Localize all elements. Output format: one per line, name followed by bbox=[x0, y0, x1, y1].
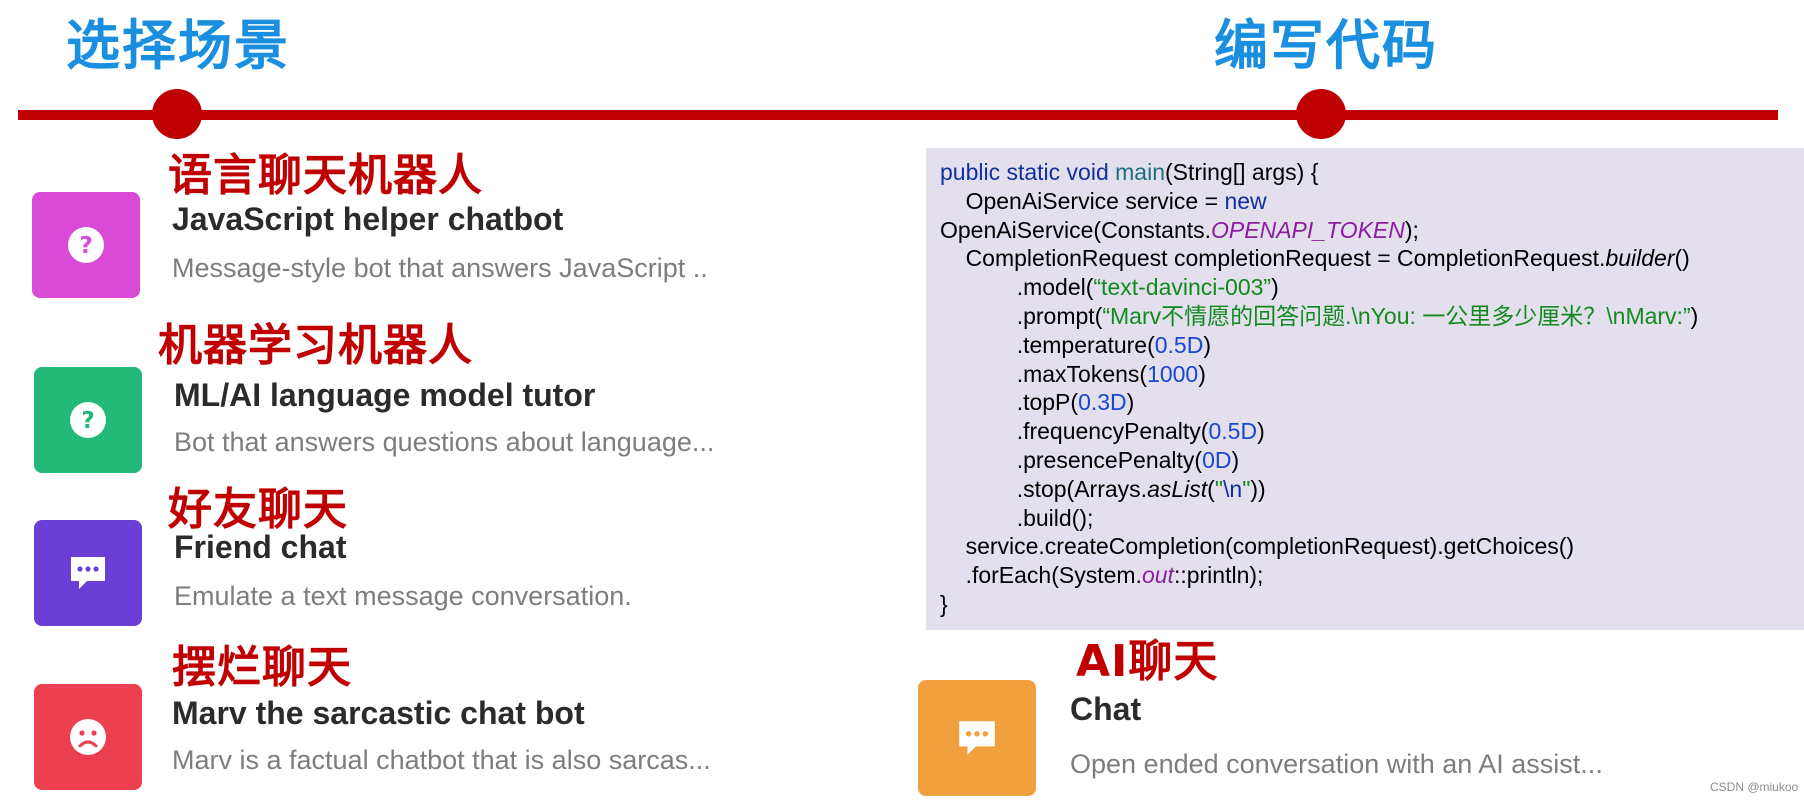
code-text-segment: .topP( bbox=[1016, 389, 1079, 416]
scenario-description: Bot that answers questions about languag… bbox=[174, 427, 715, 457]
question-circle-icon: ? bbox=[32, 192, 140, 298]
code-text-segment: CompletionRequest completionRequest = Co… bbox=[965, 245, 1606, 272]
code-text-segment: OpenAiService(Constants. bbox=[940, 216, 1212, 243]
code-constant: out bbox=[1141, 562, 1174, 589]
watermark: CSDN @miukoo bbox=[1710, 780, 1799, 794]
code-italic: asList bbox=[1147, 475, 1208, 502]
code-number: 0.3D bbox=[1078, 389, 1127, 416]
code-text-segment: .frequencyPenalty( bbox=[1016, 418, 1209, 445]
scenario-title: Friend chat bbox=[174, 529, 347, 565]
code-text-segment: .forEach(System. bbox=[965, 562, 1142, 589]
code-keyword: public static void bbox=[940, 159, 1109, 185]
code-number: 0.5D bbox=[1154, 331, 1204, 358]
code-text-segment: () bbox=[1674, 245, 1690, 272]
scenario-title: JavaScript helper chatbot bbox=[172, 201, 564, 237]
code-text-segment: .prompt( bbox=[1016, 302, 1103, 329]
code-text-segment: ) bbox=[1198, 360, 1206, 387]
scenario-tag: 语言聊天机器人 bbox=[168, 150, 483, 201]
code-text: public static void main(String[] args) {… bbox=[940, 158, 1698, 619]
code-text-segment: ( bbox=[1207, 475, 1215, 502]
scenario-description: Message-style bot that answers JavaScrip… bbox=[172, 253, 708, 283]
scenario-tag: 机器学习机器人 bbox=[158, 320, 473, 371]
step-title-select-scene: 选择场景 bbox=[66, 14, 290, 77]
scenario-title: Marv the sarcastic chat bot bbox=[172, 695, 585, 731]
timeline-line bbox=[18, 110, 1778, 120]
code-number: 0D bbox=[1202, 446, 1232, 473]
code-block: public static void main(String[] args) {… bbox=[926, 148, 1804, 630]
scenario-tag: AI聊天 bbox=[1076, 636, 1219, 687]
code-text-segment: ) bbox=[1271, 274, 1279, 301]
code-italic: builder bbox=[1605, 245, 1675, 272]
code-text-segment: .model( bbox=[1016, 274, 1094, 301]
scenario-description: Emulate a text message conversation. bbox=[174, 581, 632, 611]
code-string: “text-davinci-003” bbox=[1093, 274, 1272, 301]
code-text-segment: ) bbox=[1690, 302, 1699, 329]
code-text-segment: .build(); bbox=[1016, 504, 1094, 531]
code-text-segment: ) bbox=[1203, 331, 1212, 358]
code-string: " bbox=[1214, 475, 1223, 502]
code-text-segment: ) bbox=[1126, 389, 1135, 416]
sad-face-icon bbox=[34, 684, 142, 790]
scenario-title: ML/AI language model tutor bbox=[174, 377, 596, 413]
code-text-segment: ) bbox=[1231, 446, 1240, 473]
code-number: 0.5D bbox=[1208, 418, 1258, 445]
code-keyword: new bbox=[1224, 187, 1267, 214]
code-text-segment: .presencePenalty( bbox=[1016, 446, 1203, 473]
code-text-segment: service.createCompletion(completionReque… bbox=[965, 533, 1575, 560]
timeline-dot-step-1 bbox=[152, 89, 202, 139]
code-text-segment: ); bbox=[1404, 216, 1419, 243]
scenario-title: Chat bbox=[1070, 691, 1142, 727]
code-constant: OPENAPI_TOKEN bbox=[1211, 216, 1405, 243]
code-function-name: main bbox=[1115, 159, 1165, 185]
scenario-description: Open ended conversation with an AI assis… bbox=[1070, 749, 1603, 779]
code-text-segment: )) bbox=[1250, 475, 1266, 502]
svg-text:?: ? bbox=[81, 408, 94, 434]
timeline-dot-step-2 bbox=[1296, 89, 1346, 139]
code-string: “Marv不情愿的回答问题.\nYou: 一公里多少厘米？\nMarv:” bbox=[1102, 302, 1691, 329]
code-keyword: \n bbox=[1223, 475, 1243, 502]
code-text-segment: .stop(Arrays. bbox=[1016, 475, 1148, 502]
svg-text:?: ? bbox=[79, 233, 92, 259]
code-number: 1000 bbox=[1147, 360, 1199, 387]
scenario-description: Marv is a factual chatbot that is also s… bbox=[172, 745, 711, 775]
scenario-tag: 摆烂聊天 bbox=[172, 642, 352, 693]
step-title-write-code: 编写代码 bbox=[1214, 14, 1438, 77]
code-text-segment: } bbox=[940, 590, 948, 617]
code-text-segment: .temperature( bbox=[1016, 331, 1155, 358]
code-text-segment: ::println); bbox=[1173, 562, 1264, 589]
code-text-segment: ) bbox=[1257, 418, 1265, 445]
chat-bubble-icon bbox=[918, 680, 1036, 796]
code-text-segment: .maxTokens( bbox=[1016, 360, 1148, 387]
chat-bubble-icon bbox=[34, 520, 142, 626]
question-circle-icon: ? bbox=[34, 367, 142, 473]
code-text-segment: (String[] args) { bbox=[1165, 159, 1319, 185]
code-text-segment: OpenAiService service = bbox=[965, 187, 1225, 214]
